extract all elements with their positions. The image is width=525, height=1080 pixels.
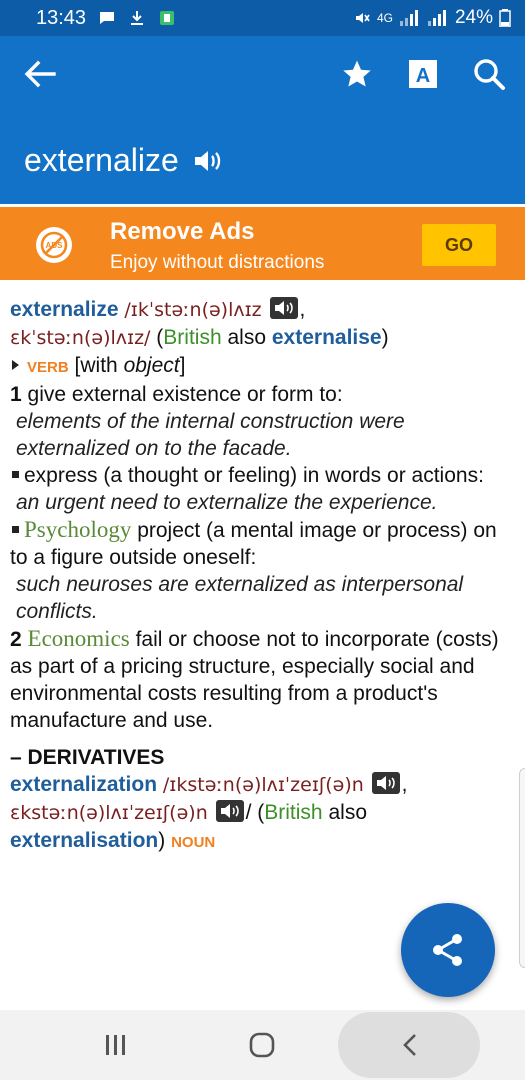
derivative-word[interactable]: externalization (10, 773, 157, 796)
signal-icon-2 (427, 10, 446, 26)
variant-spelling[interactable]: externalise (272, 326, 382, 349)
example-sentence: elements of the internal construction we… (16, 410, 405, 460)
favorite-button[interactable] (335, 54, 379, 94)
separator: / ( (245, 801, 265, 824)
subsense-1: express (a thought or feeling) in words … (10, 462, 515, 489)
sense-2: 2 Economics fail or choose not to incorp… (10, 625, 515, 734)
home-button[interactable] (234, 1010, 290, 1080)
navigation-bar (0, 1010, 525, 1080)
share-icon (433, 934, 462, 966)
sense-1: 1 give external existence or form to: (10, 381, 515, 408)
speaker-icon[interactable] (215, 800, 244, 823)
mute-icon (355, 13, 370, 23)
app-notification-icon (160, 11, 175, 25)
pronunciation-alt: ɛkˈstəːn(ə)lʌɪz/ (10, 327, 151, 349)
derivative-pronunciation-alt: ɛkstəːn(ə)lʌɪˈzeɪʃ(ə)n (10, 802, 208, 824)
ads-subtitle: Enjoy without distractions (110, 252, 325, 273)
example-sentence: an urgent need to externalize the experi… (16, 491, 438, 514)
download-icon (131, 11, 144, 25)
speaker-icon[interactable] (371, 772, 400, 795)
scroll-handle[interactable] (519, 768, 525, 968)
entry-header: externalize /ɪkˈstəːn(ə)lʌɪz , ɛkˈstəːn(… (10, 296, 515, 352)
font-size-button[interactable]: A (401, 54, 445, 94)
chevron-left-icon (403, 1034, 416, 1056)
paren: ) (381, 326, 389, 349)
expand-arrow-icon[interactable] (12, 360, 19, 371)
battery-percent: 24% (454, 7, 493, 28)
sense-definition: give external existence or form to: (27, 383, 343, 406)
paren: ) (158, 829, 166, 852)
domain-label: Psychology (24, 517, 132, 542)
separator: , (299, 298, 306, 321)
share-button[interactable] (401, 903, 495, 997)
pronunciation: /ɪkˈstəːn(ə)lʌɪz (124, 299, 262, 321)
also-label: also (328, 801, 367, 824)
grammar-note: [with (74, 354, 118, 377)
ads-title: Remove Ads (110, 218, 255, 245)
home-icon (249, 1032, 275, 1058)
entry-headword: externalize (10, 298, 119, 321)
derivative-variant[interactable]: externalisation (10, 829, 158, 852)
go-button[interactable]: GO (422, 224, 496, 266)
message-icon (100, 12, 115, 24)
pos-line: verb [with object] (10, 352, 515, 381)
region-label: British (163, 326, 222, 349)
signal-icon (399, 10, 418, 26)
domain-label: Economics (27, 626, 130, 651)
status-bar: 13:43 4G 24% (0, 0, 525, 36)
speaker-icon[interactable] (269, 297, 298, 320)
example-sentence: such neuroses are externalized as interp… (16, 573, 464, 623)
app-bar: A externalize (0, 36, 525, 204)
sense-number: 1 (10, 383, 22, 406)
back-button[interactable] (20, 54, 60, 94)
part-of-speech: noun (171, 834, 216, 851)
also-label: also (227, 326, 267, 349)
svg-text:A: A (416, 65, 430, 87)
speaker-icon[interactable] (193, 148, 223, 174)
status-time: 13:43 (36, 6, 87, 29)
no-ads-icon: ADS (36, 227, 72, 263)
separator: , (401, 773, 408, 796)
subsense-definition: express (a thought or feeling) in words … (24, 464, 484, 487)
star-icon (343, 60, 371, 87)
back-nav-button[interactable] (382, 1010, 438, 1080)
dictionary-entry: externalize /ɪkˈstəːn(ə)lʌɪz , ɛkˈstəːn(… (10, 296, 515, 856)
battery-icon (499, 9, 511, 27)
recent-apps-button[interactable] (88, 1010, 144, 1080)
region-label: British (264, 801, 323, 824)
derivative-pronunciation: /ɪkstəːn(ə)lʌɪˈzeɪʃ(ə)n (162, 774, 364, 796)
page-title: externalize (24, 142, 179, 178)
subsense-2: Psychology project (a mental image or pr… (10, 516, 515, 571)
bullet-icon (12, 471, 19, 479)
recent-apps-icon (106, 1035, 125, 1055)
back-arrow-icon (24, 60, 56, 88)
search-button[interactable] (467, 54, 511, 94)
font-size-icon: A (409, 60, 437, 88)
derivatives-heading: – DERIVATIVES (10, 746, 165, 769)
grammar-close: ] (179, 354, 186, 377)
derivative-entry: externalization /ɪkstəːn(ə)lʌɪˈzeɪʃ(ə)n … (10, 771, 515, 856)
bullet-icon (12, 526, 19, 534)
part-of-speech: verb (27, 359, 69, 376)
grammar-object: object (123, 354, 180, 377)
sense-number: 2 (10, 628, 22, 651)
network-type: 4G (376, 11, 393, 25)
search-icon (474, 59, 505, 90)
